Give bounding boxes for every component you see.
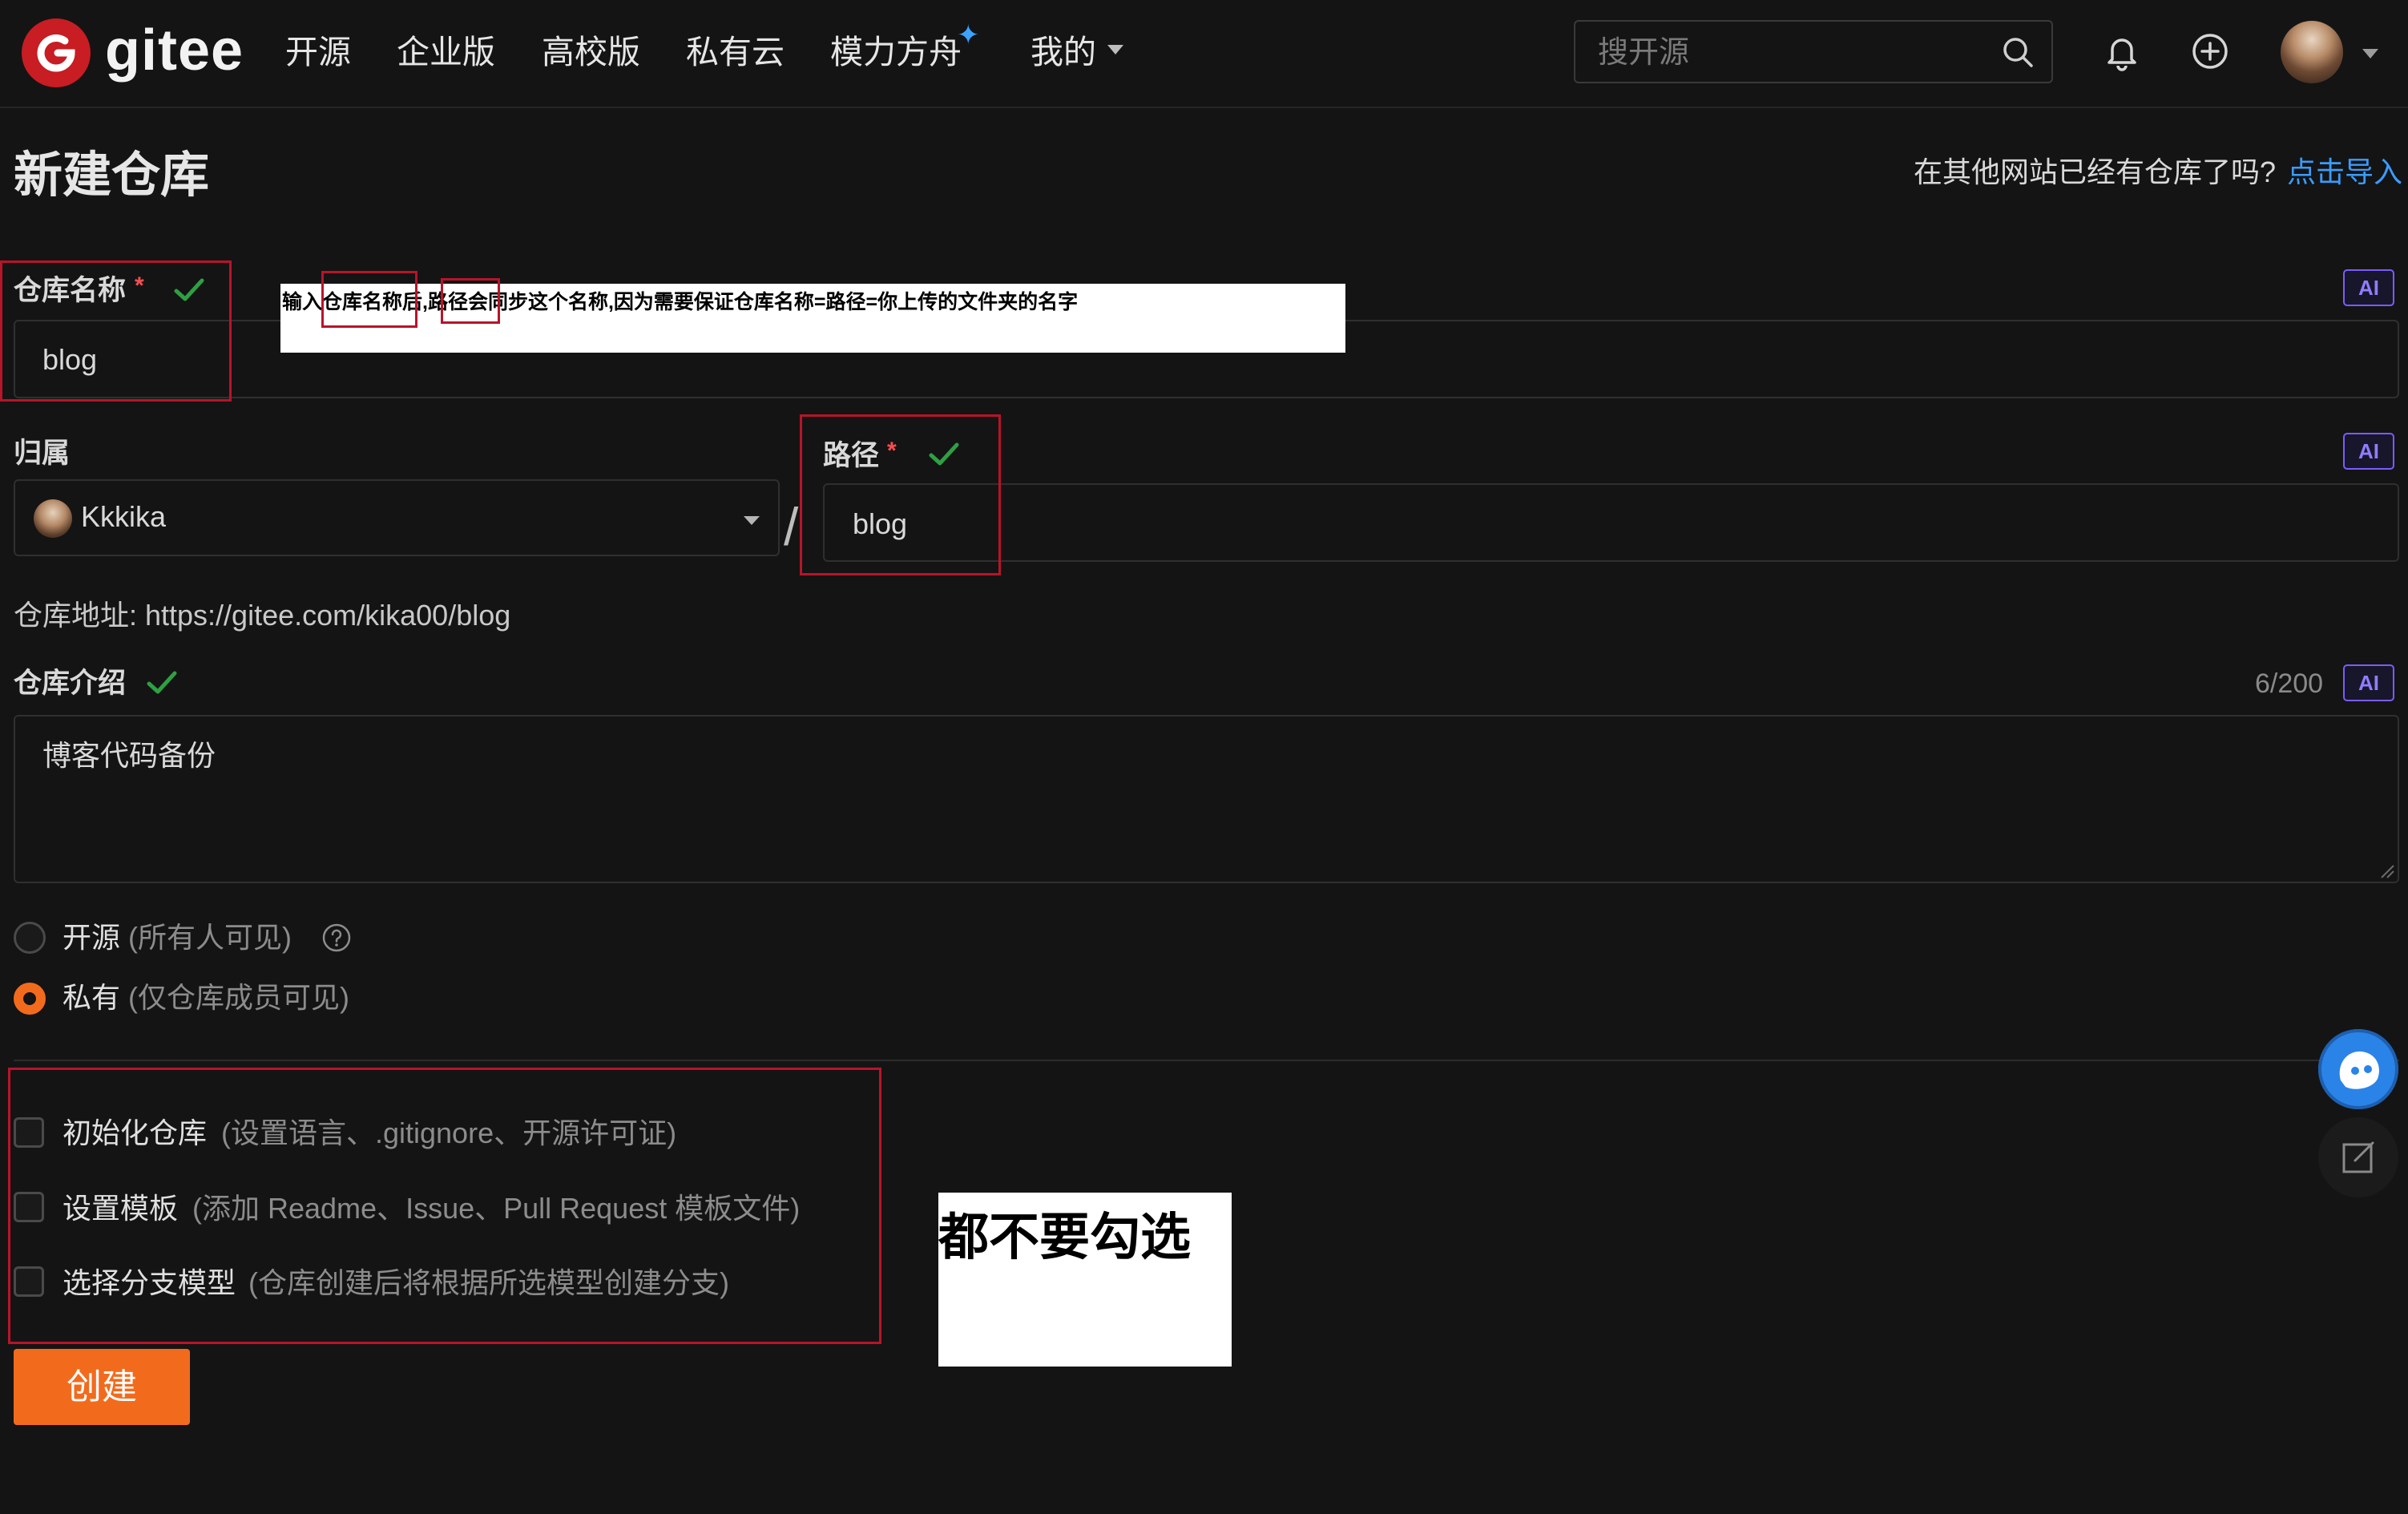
ai-assist-button[interactable]: AI (2343, 664, 2394, 701)
add-circle-icon[interactable] (2189, 30, 2231, 72)
question-circle-icon[interactable] (321, 922, 353, 954)
radio-public[interactable] (14, 922, 46, 954)
avatar-chevron-down-icon[interactable] (2362, 49, 2378, 59)
assistant-float-button[interactable] (2318, 1029, 2398, 1109)
ai-assist-button[interactable]: AI (2343, 433, 2394, 470)
private-hint: (仅仓库成员可见) (128, 981, 349, 1014)
intro-label: 仓库介绍 (14, 668, 127, 699)
intro-textarea[interactable] (14, 715, 2399, 883)
annotation-highlight-options (8, 1068, 881, 1344)
page-title: 新建仓库 (14, 147, 210, 202)
annotation-highlight-path (800, 414, 1001, 575)
ai-assist-button[interactable]: AI (2343, 269, 2394, 306)
assistant-icon (2339, 1051, 2379, 1089)
annotation-highlight-repo-name (0, 260, 232, 402)
nav-private-cloud[interactable]: 私有云 (686, 32, 785, 72)
annotation-highlight-word (441, 278, 500, 324)
feedback-float-button[interactable] (2318, 1117, 2398, 1197)
brand-name[interactable]: gitee (105, 14, 244, 87)
owner-chevron-down-icon[interactable] (744, 516, 760, 525)
public-hint: (所有人可见) (128, 921, 292, 954)
import-link[interactable]: 点击导入 (2287, 154, 2402, 191)
edit-icon (2342, 1141, 2374, 1173)
nav-moli-fangzhou[interactable]: 模力方舟 (830, 32, 962, 72)
valid-check-icon (147, 671, 177, 694)
create-button[interactable]: 创建 (14, 1349, 190, 1425)
owner-label: 归属 (14, 438, 71, 469)
nav-mine[interactable]: 我的 (1031, 32, 1096, 72)
nav-opensource[interactable]: 开源 (285, 32, 351, 72)
char-counter: 6/200 (2255, 668, 2324, 699)
gitee-logo-icon[interactable] (22, 18, 91, 87)
repo-url: 仓库地址: https://gitee.com/kika00/blog (14, 599, 511, 632)
search-input[interactable] (1596, 33, 1984, 73)
search-field[interactable] (1574, 20, 2053, 83)
path-input[interactable] (823, 483, 2399, 562)
chevron-down-icon[interactable] (1107, 45, 1123, 55)
owner-value: Kkkika (81, 500, 167, 533)
nav-education[interactable]: 高校版 (542, 32, 640, 72)
public-label[interactable]: 开源 (63, 919, 120, 956)
bell-icon[interactable] (2101, 30, 2143, 72)
search-icon[interactable] (2000, 34, 2035, 70)
sparkle-icon: ✦ (957, 20, 980, 50)
radio-private[interactable] (14, 983, 46, 1015)
import-question: 在其他网站已经有仓库了吗? (1914, 155, 2277, 188)
owner-avatar (34, 499, 72, 538)
private-label[interactable]: 私有 (63, 979, 120, 1016)
user-avatar[interactable] (2281, 21, 2343, 83)
nav-enterprise[interactable]: 企业版 (397, 32, 495, 72)
path-separator: / (784, 497, 799, 556)
resize-handle-icon[interactable] (2378, 862, 2394, 878)
top-nav-bar: gitee 开源 企业版 高校版 私有云 模力方舟 ✦ 我的 (0, 0, 2408, 108)
annotation-note-text: 都不要勾选 (938, 1209, 1191, 1266)
intro-value: 博客代码备份 (42, 739, 216, 772)
divider (14, 1060, 2399, 1061)
annotation-highlight-word (321, 271, 417, 328)
